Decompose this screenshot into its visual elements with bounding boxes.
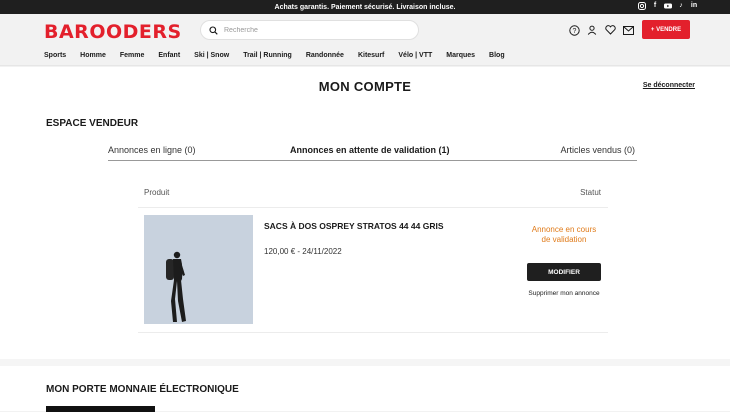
header: BAROODERS ? + VENDRE <box>0 14 730 46</box>
nav-item-trail-running[interactable]: Trail | Running <box>243 52 292 59</box>
heart-icon[interactable] <box>604 24 616 36</box>
tiktok-icon[interactable]: ♪ <box>677 2 685 10</box>
nav-item-marques[interactable]: Marques <box>446 52 475 59</box>
top-banner: Achats garantis. Paiement sécurisé. Livr… <box>0 0 730 14</box>
modify-button[interactable]: MODIFIER <box>527 263 601 281</box>
nav-item-femme[interactable]: Femme <box>120 52 145 59</box>
nav-item-sports[interactable]: Sports <box>44 52 66 59</box>
main-nav: Sports Homme Femme Enfant Ski | Snow Tra… <box>0 46 730 66</box>
search-input[interactable] <box>224 26 404 34</box>
table-divider-bottom <box>138 332 608 333</box>
listing-tabs: Annonces en ligne (0) Annonces en attent… <box>108 145 637 161</box>
status-badge: Annonce en cours de validation <box>531 225 597 244</box>
page-title: MON COMPTE <box>318 79 412 94</box>
wallet-action-button[interactable] <box>46 406 155 412</box>
product-price-date: 120,00 € - 24/11/2022 <box>264 247 342 256</box>
column-product: Produit <box>144 188 170 197</box>
logo[interactable]: BAROODERS <box>44 21 182 43</box>
wallet-section-heading: MON PORTE MONNAIE ÉLECTRONIQUE <box>46 384 239 395</box>
top-banner-text: Achats garantis. Paiement sécurisé. Livr… <box>274 3 456 11</box>
hiker-silhouette-icon <box>144 215 253 324</box>
tab-online-listings[interactable]: Annonces en ligne (0) <box>108 145 196 155</box>
product-name[interactable]: SACS À DOS OSPREY STRATOS 44 44 GRIS <box>264 220 444 232</box>
user-icon[interactable] <box>586 24 598 36</box>
nav-item-blog[interactable]: Blog <box>489 52 505 59</box>
nav-item-velo-vtt[interactable]: Vélo | VTT <box>398 52 432 59</box>
facebook-icon[interactable]: f <box>651 2 659 10</box>
youtube-icon[interactable] <box>664 2 672 10</box>
tab-pending-listings[interactable]: Annonces en attente de validation (1) <box>290 145 450 155</box>
delete-listing-link[interactable]: Supprimer mon annonce <box>527 289 601 299</box>
mail-icon[interactable] <box>622 24 634 36</box>
product-image[interactable] <box>144 215 253 324</box>
nav-item-homme[interactable]: Homme <box>80 52 106 59</box>
table-divider <box>138 207 608 208</box>
account-page: MON COMPTE Se déconnecter ESPACE VENDEUR… <box>0 67 730 412</box>
tab-sold-items[interactable]: Articles vendus (0) <box>560 145 635 155</box>
linkedin-icon[interactable]: in <box>690 2 698 10</box>
instagram-icon[interactable] <box>638 2 646 10</box>
column-status: Statut <box>580 188 601 197</box>
seller-section-heading: ESPACE VENDEUR <box>46 118 139 129</box>
help-icon[interactable]: ? <box>568 24 580 36</box>
search-bar[interactable] <box>200 20 419 40</box>
nav-item-enfant[interactable]: Enfant <box>158 52 180 59</box>
table-header: Produit Statut <box>144 188 601 197</box>
sell-button[interactable]: + VENDRE <box>642 20 690 39</box>
nav-item-kitesurf[interactable]: Kitesurf <box>358 52 384 59</box>
social-links: f ♪ in <box>638 2 698 10</box>
logout-link[interactable]: Se déconnecter <box>643 82 695 89</box>
search-icon <box>209 25 218 35</box>
nav-item-ski-snow[interactable]: Ski | Snow <box>194 52 229 59</box>
svg-text:?: ? <box>572 28 576 35</box>
nav-item-randonnee[interactable]: Randonnée <box>306 52 344 59</box>
section-divider <box>0 359 730 366</box>
header-icons: ? <box>568 24 634 36</box>
